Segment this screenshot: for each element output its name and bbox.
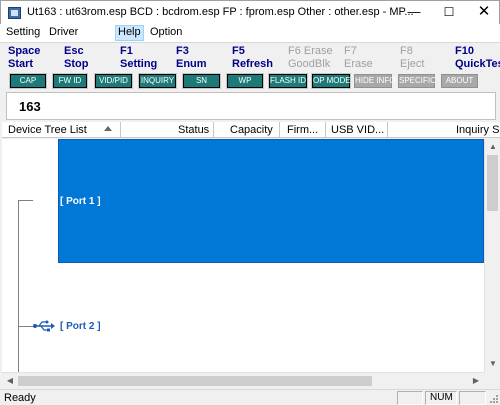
cap-button[interactable]: CAP [9, 73, 47, 89]
fn-enum[interactable]: F3 Enum [176, 45, 207, 71]
fn-start[interactable]: Space Start [8, 45, 40, 71]
port-1-label[interactable]: [ Port 1 ] [60, 196, 101, 207]
tree-connector [18, 200, 19, 372]
menu-help[interactable]: Help [115, 25, 144, 41]
num-lock-indicator: NUM [425, 391, 457, 405]
fn-refresh-label: Refresh [232, 58, 273, 70]
about-button: ABOUT [441, 74, 478, 88]
vid-pid-button[interactable]: VID/PID [94, 73, 133, 89]
fn-erase-key: F7 [344, 45, 357, 57]
hide-info-button: HIDE INFO [354, 74, 395, 88]
status-panel-empty [397, 391, 423, 405]
column-usb-vid[interactable]: USB VID... [331, 124, 384, 136]
fw-id-button[interactable]: FW ID [52, 73, 88, 89]
fn-stop[interactable]: Esc Stop [64, 45, 88, 71]
scrollbar-corner [484, 372, 500, 388]
menu-option[interactable]: Option [150, 26, 182, 38]
fn-setting-label: Setting [120, 58, 158, 70]
menu-setting[interactable]: Setting [6, 26, 40, 38]
scroll-right-icon[interactable]: ▶ [468, 373, 484, 389]
fn-enum-key: F3 [176, 45, 189, 57]
fn-quicktest-key: F10 [455, 45, 474, 57]
port-1-row-selected[interactable] [58, 139, 484, 263]
column-divider[interactable] [120, 122, 121, 138]
flash-id-button[interactable]: FLASH ID [268, 73, 308, 89]
scroll-up-icon[interactable]: ▲ [485, 139, 500, 155]
menu-driver[interactable]: Driver [49, 26, 78, 38]
port-2-label[interactable]: [ Port 2 ] [60, 321, 101, 332]
window-title: Ut163 : ut63rom.esp BCD : bcdrom.esp FP … [27, 6, 414, 18]
title-bar: Ut163 : ut63rom.esp BCD : bcdrom.esp FP … [0, 0, 500, 24]
inquiry-button[interactable]: INQUIRY [138, 73, 177, 89]
op-mode-button[interactable]: OP MODE [311, 73, 351, 89]
fn-erase-goodblk-key: F6 Erase [288, 45, 333, 57]
fn-erase-goodblk-label: GoodBlk [288, 58, 331, 70]
column-divider[interactable] [279, 122, 280, 138]
device-tree-list[interactable]: [ Port 1 ] [ Port 2 ] [2, 139, 484, 372]
status-bar: Ready NUM [0, 389, 500, 405]
tree-connector [18, 200, 34, 201]
scroll-down-icon[interactable]: ▼ [485, 356, 500, 372]
scroll-left-icon[interactable]: ◀ [2, 373, 18, 389]
tree-connector [18, 326, 34, 327]
fn-refresh[interactable]: F5 Refresh [232, 45, 273, 71]
fn-start-label: Start [8, 58, 34, 70]
column-inquiry[interactable]: Inquiry S [456, 124, 499, 136]
wp-button[interactable]: WP [226, 73, 264, 89]
column-capacity[interactable]: Capacity [230, 124, 273, 136]
usb-icon [33, 194, 55, 206]
fn-refresh-key: F5 [232, 45, 245, 57]
status-text: Ready [4, 392, 36, 404]
count-value: 163 [19, 99, 41, 114]
column-divider[interactable] [213, 122, 214, 138]
column-device-tree[interactable]: Device Tree List [8, 124, 87, 136]
close-button[interactable]: ✕ [467, 1, 500, 24]
fn-eject-key: F8 [400, 45, 413, 57]
list-header: Device Tree List Status Capacity Firm...… [2, 122, 500, 138]
count-display: 163 [6, 92, 496, 120]
menu-bar: Setting Driver Help Option [0, 24, 500, 42]
fn-enum-label: Enum [176, 58, 207, 70]
fn-eject-label: Eject [400, 58, 425, 70]
fn-stop-label: Stop [64, 58, 89, 70]
fn-start-key: Space [8, 45, 41, 57]
status-panel-empty [459, 391, 486, 405]
resize-grip-icon[interactable] [489, 394, 499, 404]
sn-button[interactable]: SN [182, 73, 221, 89]
column-status[interactable]: Status [178, 124, 209, 136]
horizontal-scroll-thumb[interactable] [18, 376, 372, 386]
fn-stop-key: Esc [64, 45, 84, 57]
maximize-button[interactable]: ☐ [432, 1, 466, 24]
app-icon [8, 7, 21, 19]
horizontal-scrollbar[interactable]: ◀ ▶ [2, 372, 484, 388]
column-divider[interactable] [325, 122, 326, 138]
sort-ascending-icon [104, 126, 112, 131]
column-firmware[interactable]: Firm... [287, 124, 318, 136]
fn-erase-label: Erase [344, 58, 373, 70]
vertical-scroll-thumb[interactable] [487, 155, 498, 211]
fn-quicktest-label: QuickTest [455, 58, 500, 70]
function-key-bar: Space Start Esc Stop F1 Setting F3 Enum F5 Re… [0, 42, 500, 72]
column-divider[interactable] [387, 122, 388, 138]
fn-erase: F7 Erase [344, 45, 373, 71]
mode-button-bar: CAP FW ID VID/PID INQUIRY SN WP FLASH ID… [0, 73, 500, 90]
minimize-button[interactable]: — [397, 1, 431, 24]
usb-icon [33, 320, 55, 332]
fn-erase-goodblk: F6 Erase GoodBlk [288, 45, 333, 71]
fn-setting-key: F1 [120, 45, 133, 57]
vertical-scrollbar[interactable]: ▲ ▼ [484, 139, 500, 372]
fn-quicktest[interactable]: F10QuickTest [455, 45, 500, 71]
fn-eject: F8 Eject [400, 45, 424, 71]
specific-button: SPECIFIC [398, 74, 436, 88]
fn-setting[interactable]: F1 Setting [120, 45, 157, 71]
